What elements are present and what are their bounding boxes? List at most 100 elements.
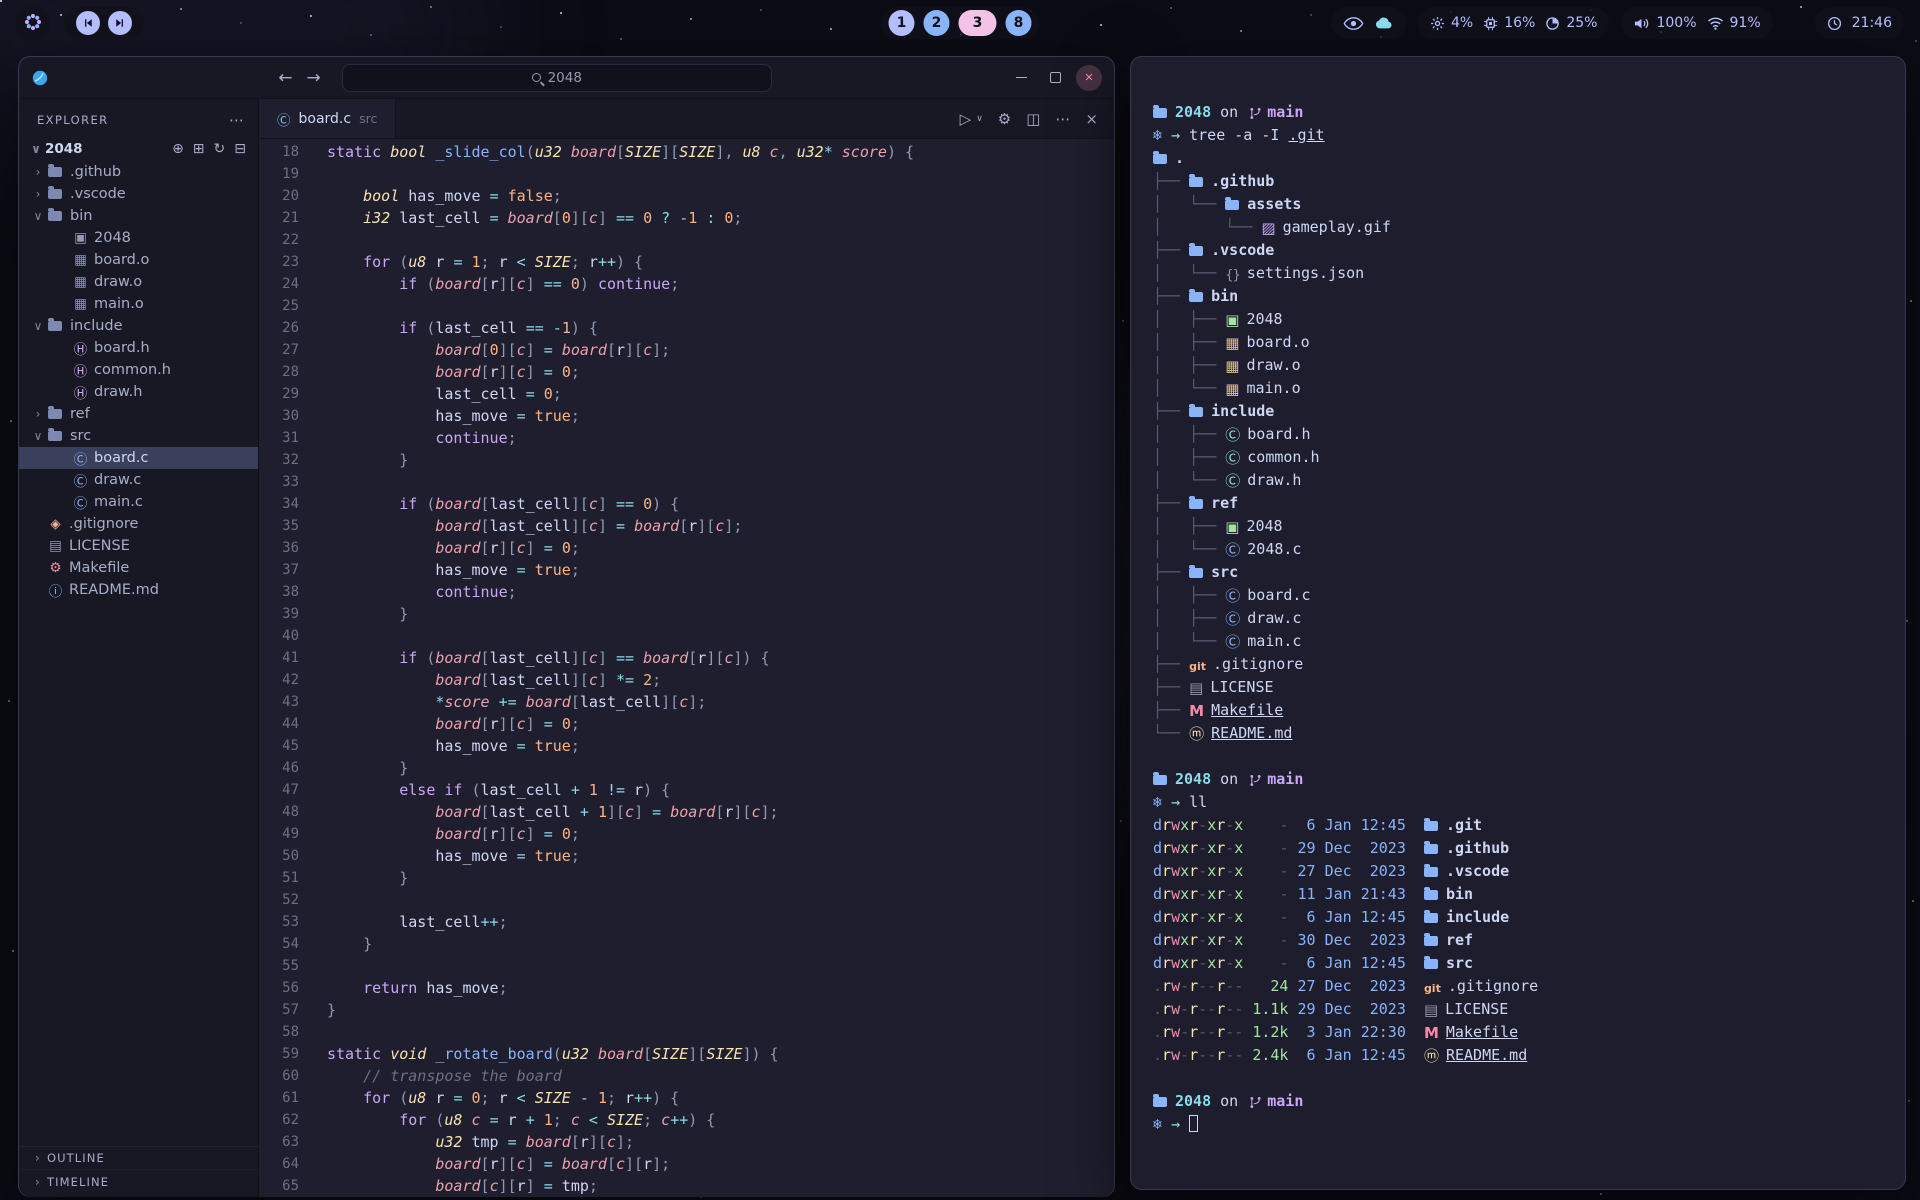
line-number[interactable]: 62	[259, 1109, 299, 1131]
explorer-item-README.md[interactable]: ⓘREADME.md	[19, 579, 258, 601]
eye-icon[interactable]	[1343, 16, 1364, 31]
explorer-item-.github[interactable]: ›.github	[19, 161, 258, 183]
command-center-search[interactable]: 2048	[342, 64, 772, 92]
explorer-item-main.o[interactable]: ▦main.o	[19, 293, 258, 315]
explorer-item-.vscode[interactable]: ›.vscode	[19, 183, 258, 205]
line-number[interactable]: 18	[259, 141, 299, 163]
tab-board.c[interactable]: Ⓒ board.c src	[259, 99, 396, 138]
line-number[interactable]: 41	[259, 647, 299, 669]
line-number[interactable]: 39	[259, 603, 299, 625]
explorer-item-board.c[interactable]: Ⓒboard.c	[19, 447, 258, 469]
line-number[interactable]: 45	[259, 735, 299, 757]
workspace-1[interactable]: 1	[889, 10, 915, 36]
explorer-more-actions-icon[interactable]: ⋯	[229, 111, 244, 129]
new-file-icon[interactable]: ⊕	[172, 141, 184, 157]
line-number[interactable]: 42	[259, 669, 299, 691]
settings-gear-icon[interactable]: ⚙	[998, 110, 1011, 128]
line-number[interactable]: 49	[259, 823, 299, 845]
line-number[interactable]: 40	[259, 625, 299, 647]
media-next-button[interactable]	[108, 11, 132, 35]
line-number[interactable]: 61	[259, 1087, 299, 1109]
explorer-item-draw.h[interactable]: Ⓗdraw.h	[19, 381, 258, 403]
line-number[interactable]: 24	[259, 273, 299, 295]
explorer-item-draw.o[interactable]: ▦draw.o	[19, 271, 258, 293]
collapse-folders-icon[interactable]: ⊟	[234, 141, 246, 157]
weather-cloud-icon[interactable]	[1374, 16, 1394, 30]
clock-module[interactable]: 21:46	[1815, 7, 1904, 39]
line-number[interactable]: 27	[259, 339, 299, 361]
history-forward-button[interactable]: →	[300, 68, 328, 88]
line-number[interactable]: 22	[259, 229, 299, 251]
close-editor-icon[interactable]: ×	[1085, 110, 1098, 128]
terminal-content[interactable]: 2048 on main❄ → tree -a -I .git.├── .git…	[1131, 57, 1905, 1189]
minimize-button[interactable]	[1008, 65, 1034, 91]
line-number[interactable]: 28	[259, 361, 299, 383]
line-number[interactable]: 29	[259, 383, 299, 405]
line-number[interactable]: 38	[259, 581, 299, 603]
timeline-section[interactable]: › TIMELINE	[19, 1170, 258, 1193]
line-number[interactable]: 55	[259, 955, 299, 977]
explorer-item-ref[interactable]: ›ref	[19, 403, 258, 425]
line-number[interactable]: 21	[259, 207, 299, 229]
line-number[interactable]: 20	[259, 185, 299, 207]
line-number[interactable]: 36	[259, 537, 299, 559]
line-number[interactable]: 57	[259, 999, 299, 1021]
line-number[interactable]: 56	[259, 977, 299, 999]
new-folder-icon[interactable]: ⊞	[193, 141, 205, 157]
explorer-item-bin[interactable]: ∨bin	[19, 205, 258, 227]
audio-network[interactable]: 100% 91%	[1621, 7, 1772, 39]
line-number[interactable]: 33	[259, 471, 299, 493]
explorer-item-Makefile[interactable]: ⚙Makefile	[19, 557, 258, 579]
outline-section[interactable]: › OUTLINE	[19, 1147, 258, 1170]
explorer-item-include[interactable]: ∨include	[19, 315, 258, 337]
line-number[interactable]: 32	[259, 449, 299, 471]
line-number[interactable]: 51	[259, 867, 299, 889]
explorer-item-draw.c[interactable]: Ⓒdraw.c	[19, 469, 258, 491]
history-back-button[interactable]: ←	[271, 68, 299, 88]
line-number[interactable]: 64	[259, 1153, 299, 1175]
line-number[interactable]: 59	[259, 1043, 299, 1065]
line-number[interactable]: 47	[259, 779, 299, 801]
line-number[interactable]: 48	[259, 801, 299, 823]
explorer-project-row[interactable]: ∨ 2048 ⊕ ⊞ ↻ ⊟	[19, 137, 258, 161]
line-number[interactable]: 44	[259, 713, 299, 735]
explorer-item-src[interactable]: ∨src	[19, 425, 258, 447]
workspace-3-active[interactable]: 3	[959, 10, 997, 36]
line-number[interactable]: 37	[259, 559, 299, 581]
line-number[interactable]: 63	[259, 1131, 299, 1153]
line-number[interactable]: 46	[259, 757, 299, 779]
close-button[interactable]: ×	[1076, 65, 1102, 91]
explorer-item-LICENSE[interactable]: ▤LICENSE	[19, 535, 258, 557]
split-editor-icon[interactable]: ◫	[1026, 110, 1040, 128]
explorer-item-board.h[interactable]: Ⓗboard.h	[19, 337, 258, 359]
run-button[interactable]: ▷	[960, 110, 972, 128]
workspace-2[interactable]: 2	[924, 10, 950, 36]
line-number-gutter[interactable]: 1819202122232425262728293031323334353637…	[259, 141, 311, 1197]
line-number[interactable]: 53	[259, 911, 299, 933]
editor-titlebar[interactable]: ← → 2048 ×	[19, 57, 1114, 99]
system-stats[interactable]: 4% 16% 25%	[1418, 7, 1609, 39]
line-number[interactable]: 30	[259, 405, 299, 427]
launcher-button[interactable]	[16, 6, 50, 40]
line-number[interactable]: 50	[259, 845, 299, 867]
workspace-8[interactable]: 8	[1006, 10, 1032, 36]
explorer-item-board.o[interactable]: ▦board.o	[19, 249, 258, 271]
run-dropdown-icon[interactable]: ∨	[976, 114, 983, 124]
line-number[interactable]: 65	[259, 1175, 299, 1197]
line-number[interactable]: 25	[259, 295, 299, 317]
line-number[interactable]: 34	[259, 493, 299, 515]
line-number[interactable]: 26	[259, 317, 299, 339]
line-number[interactable]: 35	[259, 515, 299, 537]
media-prev-button[interactable]	[76, 11, 100, 35]
explorer-item-main.c[interactable]: Ⓒmain.c	[19, 491, 258, 513]
explorer-item-2048[interactable]: ▣2048	[19, 227, 258, 249]
line-number[interactable]: 31	[259, 427, 299, 449]
more-actions-icon[interactable]: ⋯	[1055, 110, 1070, 128]
explorer-item-.gitignore[interactable]: ◈.gitignore	[19, 513, 258, 535]
code-content[interactable]: static bool _slide_col(u32 board[SIZE][S…	[327, 141, 1114, 1197]
line-number[interactable]: 43	[259, 691, 299, 713]
refresh-explorer-icon[interactable]: ↻	[214, 141, 226, 157]
line-number[interactable]: 60	[259, 1065, 299, 1087]
line-number[interactable]: 58	[259, 1021, 299, 1043]
line-number[interactable]: 54	[259, 933, 299, 955]
